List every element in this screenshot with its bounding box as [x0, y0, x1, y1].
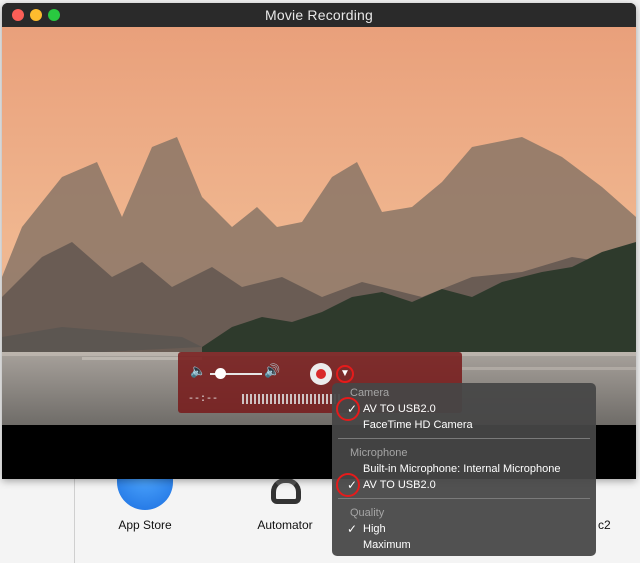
menu-item-quality-maximum[interactable]: Maximum [363, 539, 411, 551]
timecode: --:-- [188, 394, 219, 405]
checkmark-icon: ✓ [347, 478, 358, 492]
menu-item-mic-builtin[interactable]: Built-in Microphone: Internal Microphone [363, 463, 561, 475]
speaker-low-icon[interactable]: 🔈 [190, 363, 206, 379]
menu-item-mic-av-to-usb[interactable]: AV TO USB2.0 [363, 479, 436, 491]
speaker-high-icon[interactable]: 🔊 [264, 363, 280, 379]
record-icon [316, 369, 326, 379]
quality-header: Quality [350, 507, 385, 519]
automator-label: Automator [257, 518, 313, 532]
app-store-icon[interactable] [117, 474, 173, 510]
chevron-down-icon: ▼ [340, 368, 350, 379]
menu-item-camera-facetime[interactable]: FaceTime HD Camera [363, 419, 473, 431]
automator-icon[interactable] [257, 474, 313, 510]
window-title: Movie Recording [264, 7, 374, 23]
checkmark-icon: ✓ [347, 522, 358, 536]
menu-item-quality-high[interactable]: High [363, 523, 386, 535]
camera-header: Camera [350, 387, 390, 399]
divider [74, 478, 75, 563]
menu-item-camera-av-to-usb[interactable]: AV TO USB2.0 [363, 403, 436, 415]
options-button[interactable]: ▼ [336, 365, 354, 383]
volume-slider-knob[interactable] [215, 368, 227, 379]
record-button[interactable] [310, 363, 332, 385]
checkmark-icon: ✓ [347, 402, 358, 416]
microphone-header: Microphone [350, 447, 408, 459]
app-store-label: App Store [118, 518, 172, 532]
title-bar[interactable]: Movie Recording [2, 3, 636, 27]
recording-options-menu: Camera ✓ AV TO USB2.0 FaceTime HD Camera… [332, 383, 596, 556]
app-store-tile[interactable]: App Store [90, 474, 200, 532]
menu-separator [338, 438, 590, 439]
menu-separator [338, 498, 590, 499]
partial-app-label: c2 [598, 518, 611, 532]
automator-tile[interactable]: Automator [230, 474, 340, 532]
audio-level-meter [242, 394, 342, 404]
